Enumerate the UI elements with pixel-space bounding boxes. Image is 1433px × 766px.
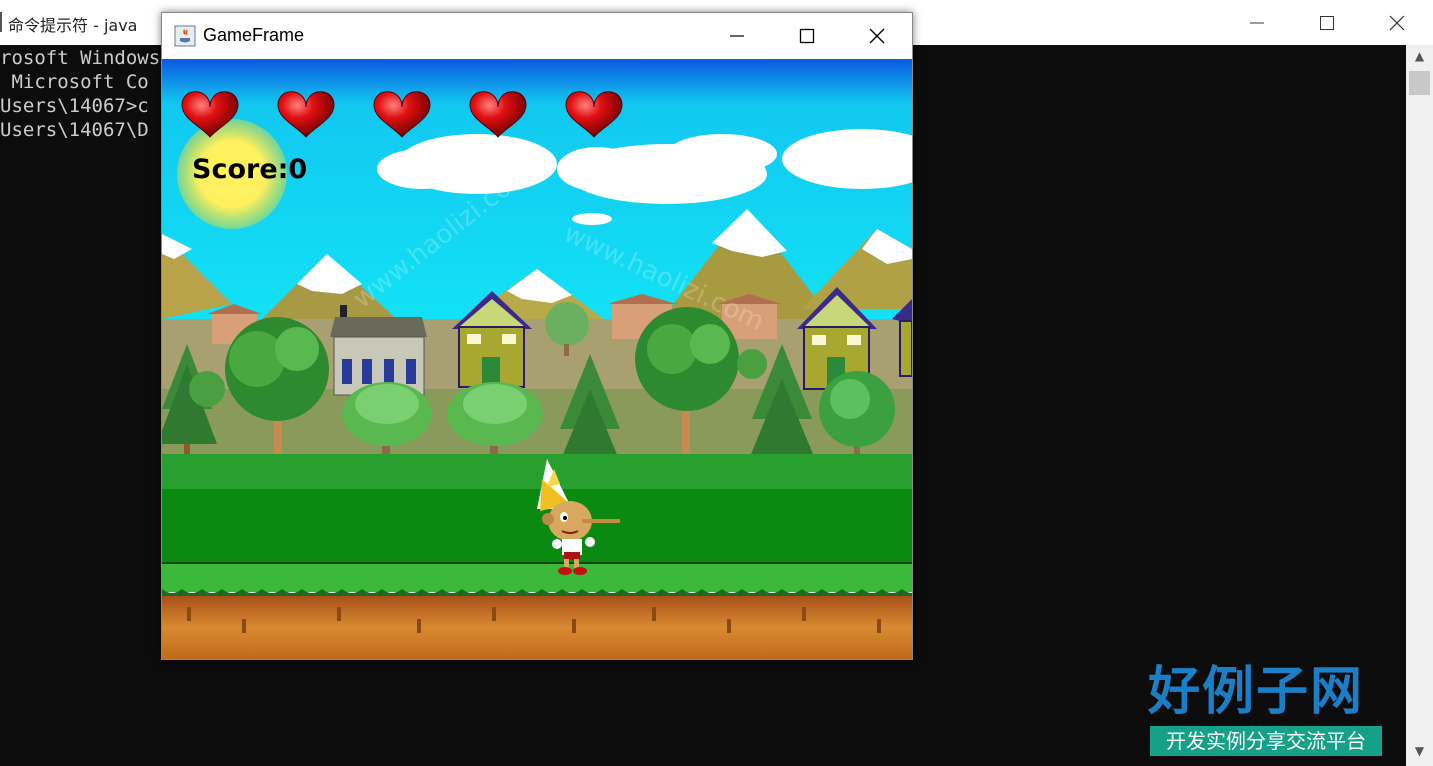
ground-line — [162, 562, 912, 564]
grass-field — [162, 489, 912, 564]
console-line: Users\14067>c — [0, 95, 149, 117]
minimize-icon — [1250, 22, 1264, 23]
watermark-logo: 好例子网 开发实例分享交流平台 — [1148, 662, 1384, 758]
maximize-icon — [1320, 15, 1334, 30]
console-close-button[interactable] — [1362, 0, 1432, 45]
game-titlebar[interactable]: GameFrame — [162, 13, 912, 59]
game-minimize-button[interactable] — [702, 13, 772, 59]
scroll-down-arrow-icon[interactable]: ▼ — [1406, 744, 1433, 762]
console-maximize-button[interactable] — [1292, 0, 1362, 45]
grey-house — [330, 305, 427, 396]
minimize-icon — [730, 35, 744, 37]
cloud — [557, 147, 637, 191]
cloud — [667, 134, 777, 174]
grass-strip — [162, 564, 912, 592]
close-icon — [869, 28, 885, 44]
maximize-icon — [799, 28, 815, 44]
game-maximize-button[interactable] — [772, 13, 842, 59]
console-line: rosoft Windows — [0, 47, 161, 69]
watermark-logo-subtitle: 开发实例分享交流平台 — [1150, 726, 1382, 756]
console-line: Users\14067\D — [0, 119, 149, 141]
grass-field — [162, 454, 912, 494]
dirt-ground — [162, 596, 912, 659]
scroll-thumb[interactable] — [1409, 71, 1430, 95]
game-scene: www.haolizi.com www.haolizi.com — [162, 59, 912, 659]
close-icon — [1389, 15, 1405, 30]
console-line: Microsoft Co — [0, 71, 149, 93]
game-canvas[interactable]: www.haolizi.com www.haolizi.com Score:0 — [162, 59, 912, 659]
console-output: rosoft Windows Microsoft Co Users\14067>c… — [0, 46, 160, 142]
watermark-logo-title: 好例子网 — [1148, 662, 1365, 722]
score-label: Score:0 — [192, 154, 308, 185]
game-window-title: GameFrame — [203, 25, 305, 45]
console-minimize-button[interactable] — [1222, 0, 1292, 45]
cloud — [377, 149, 467, 189]
console-scrollbar[interactable]: ▲ ▼ — [1406, 45, 1433, 766]
console-icon — [0, 12, 2, 32]
game-window[interactable]: GameFrame www.haolizi.com www.haolizi.co… — [161, 12, 913, 660]
scroll-up-arrow-icon[interactable]: ▲ — [1406, 49, 1433, 67]
game-close-button[interactable] — [842, 13, 912, 59]
java-icon — [174, 25, 196, 47]
console-title: 命令提示符 - java — [8, 16, 138, 35]
